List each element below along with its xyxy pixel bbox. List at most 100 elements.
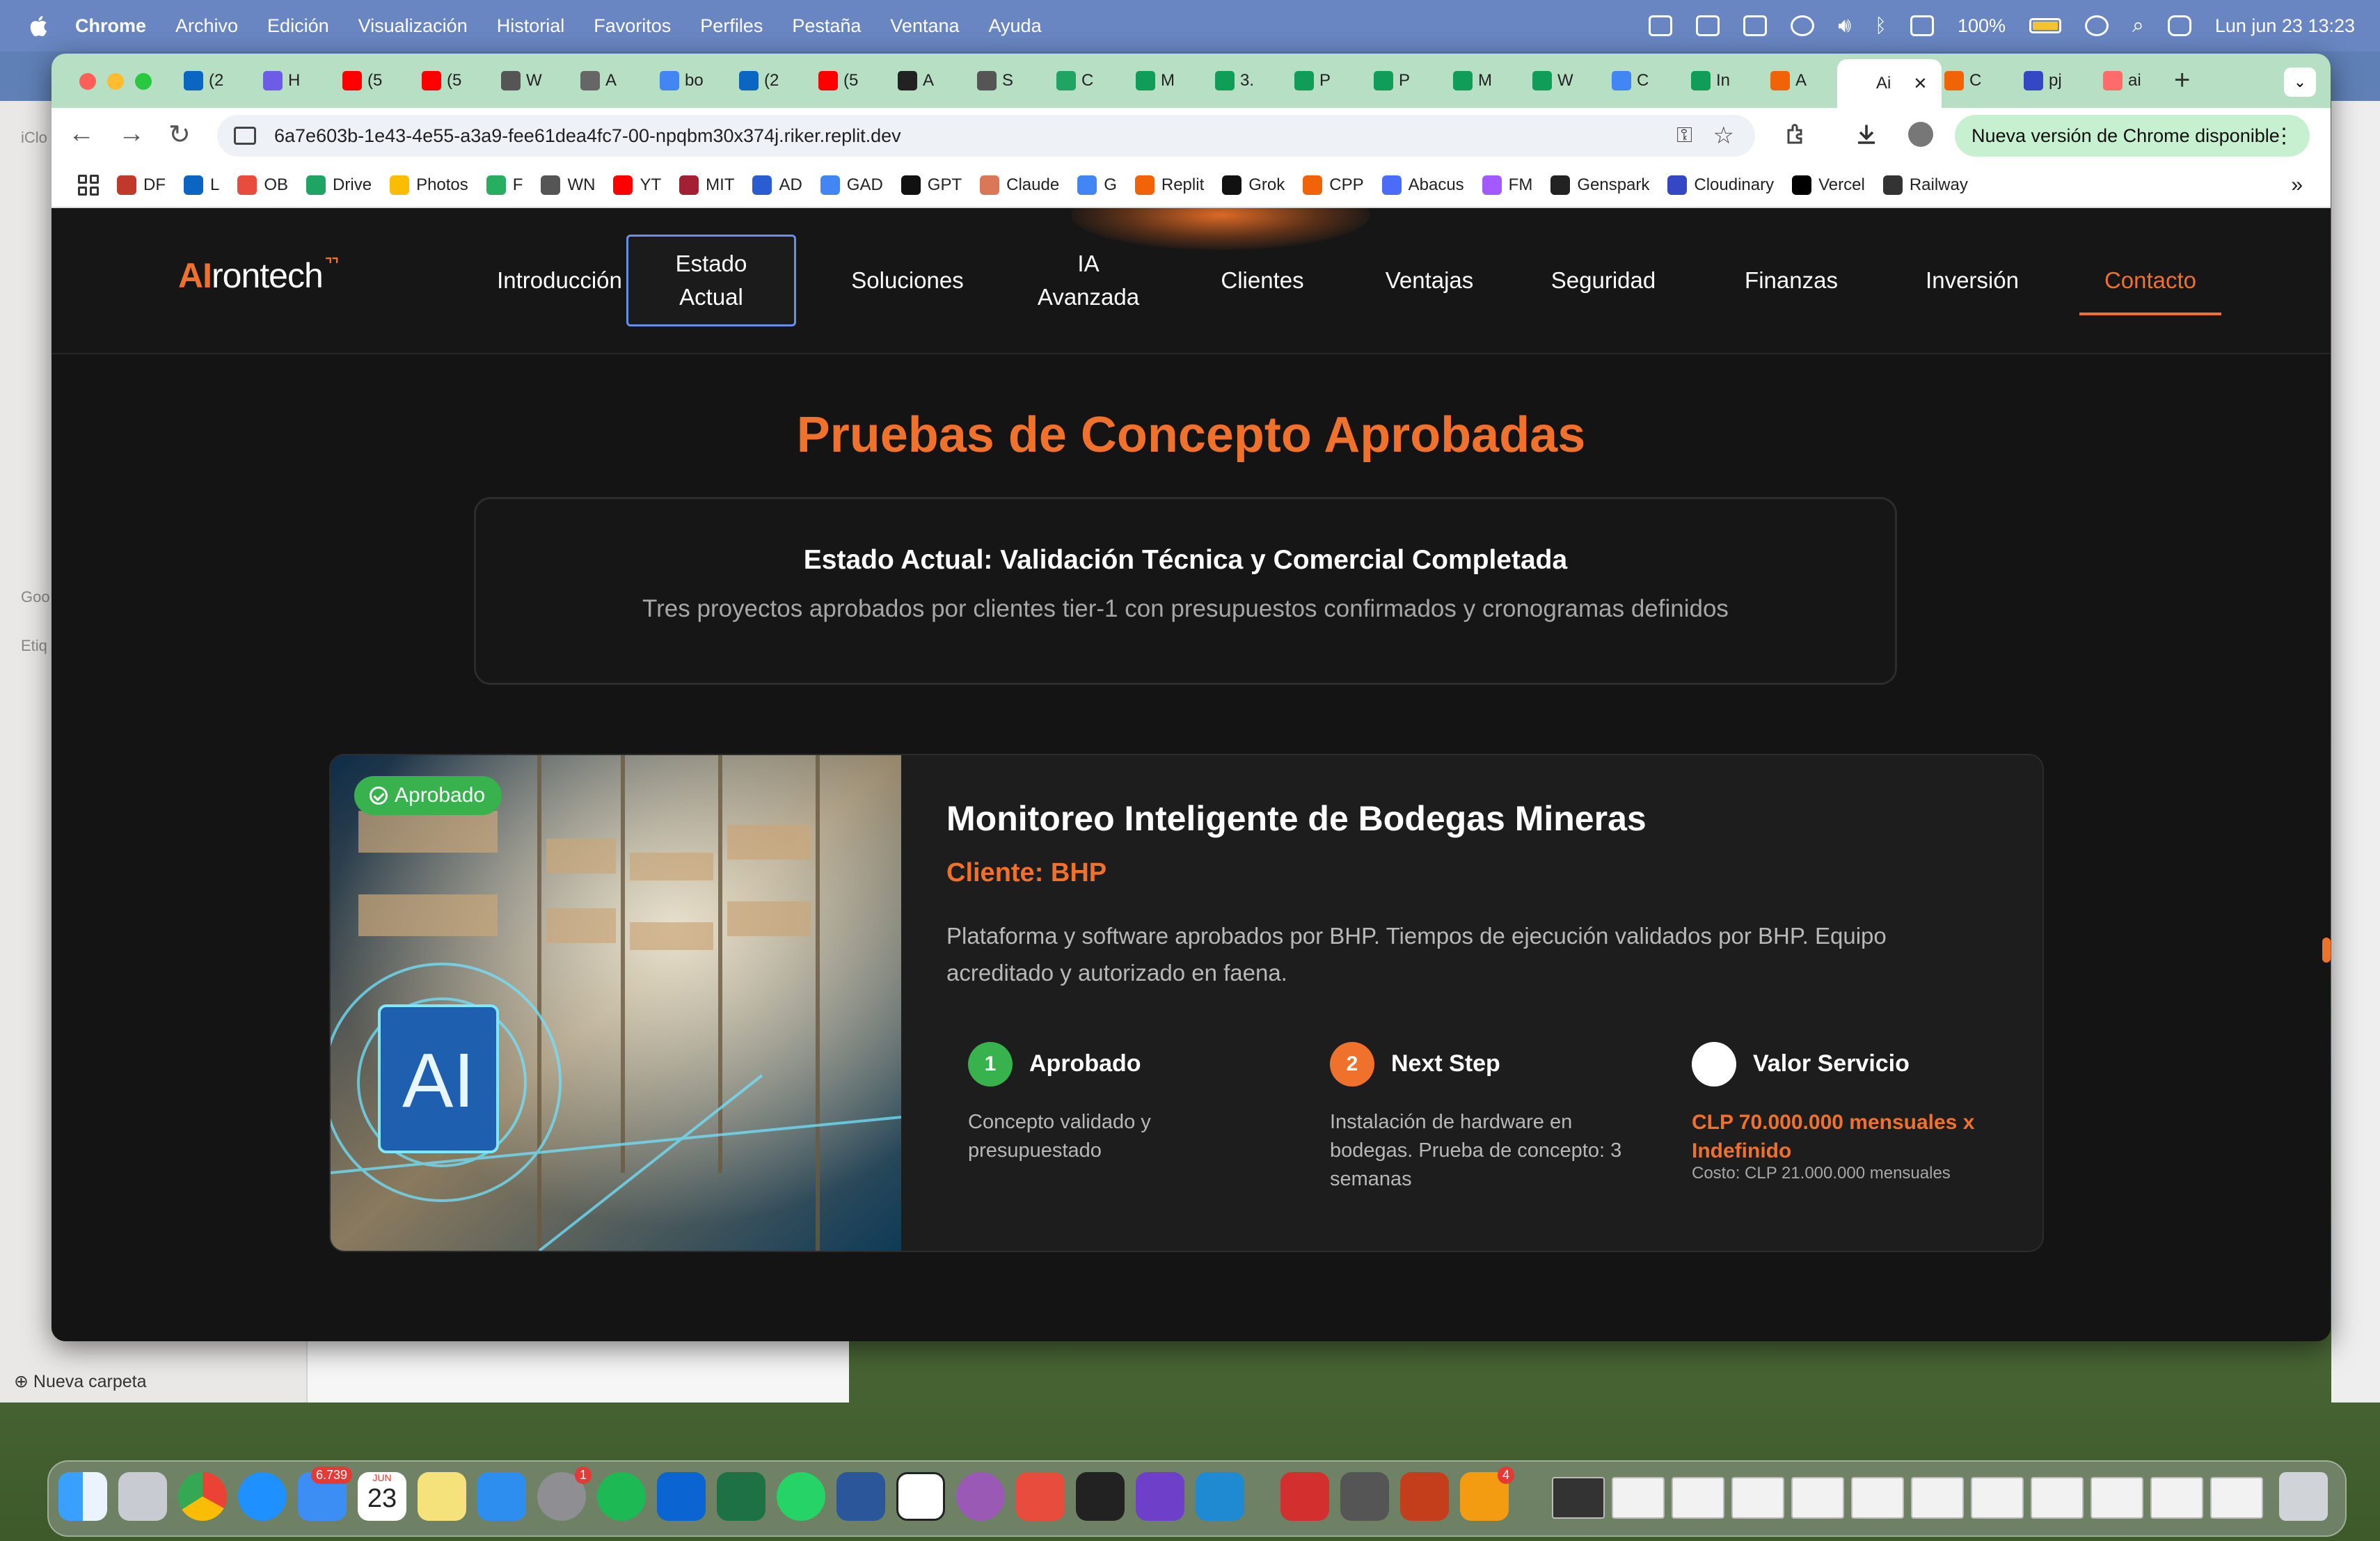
menu-edicion[interactable]: Edición xyxy=(267,15,329,37)
nav-ia-avanzada[interactable]: IA Avanzada xyxy=(1019,208,1158,353)
apple-icon[interactable] xyxy=(28,14,49,38)
nav-seguridad[interactable]: Seguridad xyxy=(1520,208,1687,353)
chrome-menu-icon[interactable]: ⋮ xyxy=(2274,124,2294,148)
browser-tab[interactable]: (2 xyxy=(739,63,807,98)
bookmark-railway[interactable]: Railway xyxy=(1882,175,1968,195)
download-icon[interactable] xyxy=(1854,122,1879,147)
nav-estado-actual[interactable]: Estado Actual xyxy=(626,235,796,326)
notes-icon[interactable] xyxy=(418,1472,466,1521)
nav-inversion[interactable]: Inversión xyxy=(1896,208,2049,353)
apps-grid-icon[interactable] xyxy=(78,175,99,196)
airontech-logo[interactable]: AIrontech ⌝⌝ xyxy=(178,255,339,296)
office-icon[interactable]: 4 xyxy=(1460,1467,1514,1521)
browser-tab[interactable]: W xyxy=(1532,63,1601,98)
bookmark-cpp[interactable]: CPP xyxy=(1303,175,1364,195)
menu-favoritos[interactable]: Favoritos xyxy=(594,15,671,37)
spotlight-search-icon[interactable]: ⌕ xyxy=(2132,14,2144,38)
more-bookmarks-chevron-icon[interactable]: » xyxy=(2291,173,2303,197)
window-thumbnail[interactable] xyxy=(1612,1477,1665,1519)
bookmark-fm[interactable]: FM xyxy=(1482,175,1532,195)
menu-pestana[interactable]: Pestaña xyxy=(792,15,861,37)
bookmark-photos[interactable]: Photos xyxy=(390,175,468,195)
keyboard-status-icon[interactable] xyxy=(1910,15,1934,36)
bluetooth-icon[interactable]: ᛒ xyxy=(1875,15,1887,37)
browser-tab[interactable]: 3. xyxy=(1215,63,1283,98)
outlook-icon[interactable] xyxy=(657,1472,706,1521)
browser-tab[interactable]: C xyxy=(1056,63,1125,98)
trash-icon[interactable] xyxy=(2279,1472,2328,1521)
browser-tab[interactable]: M xyxy=(1453,63,1521,98)
battery-icon[interactable] xyxy=(2029,18,2061,33)
translate-status-icon[interactable] xyxy=(1696,15,1720,36)
window-thumbnail[interactable] xyxy=(1851,1477,1904,1519)
bookmark-genspark[interactable]: Genspark xyxy=(1550,175,1649,195)
browser-tab[interactable]: P xyxy=(1374,63,1442,98)
browser-tab[interactable]: M xyxy=(1136,63,1204,98)
bookmark-mit[interactable]: MIT xyxy=(679,175,734,195)
powerpoint-icon[interactable] xyxy=(1400,1472,1449,1521)
close-window-button[interactable] xyxy=(79,73,96,90)
site-info-icon[interactable] xyxy=(234,127,256,145)
url-text[interactable]: 6a7e603b-1e43-4e55-a3a9-fee61dea4fc7-00-… xyxy=(274,125,901,147)
window-thumbnail[interactable] xyxy=(2210,1477,2263,1519)
browser-tab[interactable]: In xyxy=(1691,63,1759,98)
menu-ayuda[interactable]: Ayuda xyxy=(989,15,1042,37)
bookmark-abacus[interactable]: Abacus xyxy=(1381,175,1464,195)
bookmark-ad[interactable]: AD xyxy=(752,175,802,195)
finder-icon[interactable] xyxy=(58,1472,107,1521)
finder-sidebar-tags[interactable]: Etiq xyxy=(21,637,47,655)
window-thumbnail[interactable] xyxy=(1552,1477,1605,1519)
window-thumbnail[interactable] xyxy=(1672,1477,1724,1519)
chrome-update-button[interactable]: Nueva versión de Chrome disponible ⋮ xyxy=(1955,115,2310,157)
menu-historial[interactable]: Historial xyxy=(497,15,565,37)
window-thumbnail[interactable] xyxy=(1971,1477,2024,1519)
forward-button[interactable]: → xyxy=(118,119,145,149)
browser-tab[interactable]: C xyxy=(1944,63,2013,98)
whatsapp-icon[interactable] xyxy=(777,1472,825,1521)
new-tab-button[interactable]: + xyxy=(2174,65,2190,96)
bookmark-df[interactable]: DF xyxy=(117,175,166,195)
acrobat-icon[interactable] xyxy=(1280,1472,1329,1521)
window-thumbnail[interactable] xyxy=(1791,1477,1844,1519)
tab-active[interactable]: Ai ✕ xyxy=(1837,59,1942,108)
vscode-icon[interactable] xyxy=(1196,1472,1244,1521)
window-thumbnail[interactable] xyxy=(1911,1477,1964,1519)
browser-tab[interactable]: A xyxy=(580,63,649,98)
profile-avatar[interactable] xyxy=(1908,122,1933,147)
menu-archivo[interactable]: Archivo xyxy=(175,15,238,37)
address-bar[interactable]: 6a7e603b-1e43-4e55-a3a9-fee61dea4fc7-00-… xyxy=(217,115,1755,157)
chrome-icon[interactable] xyxy=(178,1472,227,1521)
browser-tab[interactable]: W xyxy=(501,63,569,98)
nav-contacto[interactable]: Contacto xyxy=(2079,208,2221,353)
screens-app-icon[interactable] xyxy=(1016,1472,1065,1521)
finder-sidebar-google[interactable]: Goo xyxy=(21,588,50,606)
browser-tab[interactable]: pj xyxy=(2024,63,2092,98)
window-thumbnail[interactable] xyxy=(2091,1477,2143,1519)
bookmark-gad[interactable]: GAD xyxy=(820,175,883,195)
browser-tab[interactable]: (5 xyxy=(342,63,411,98)
page-scrollbar[interactable] xyxy=(2322,938,2331,963)
bookmark-wn[interactable]: WN xyxy=(541,175,595,195)
mail-icon[interactable]: 6.739 xyxy=(298,1467,352,1521)
back-button[interactable]: ← xyxy=(68,119,95,149)
bookmark-vercel[interactable]: Vercel xyxy=(1792,175,1865,195)
launchpad-icon[interactable] xyxy=(118,1472,167,1521)
browser-tab[interactable]: S xyxy=(977,63,1045,98)
bookmark-claude[interactable]: Claude xyxy=(980,175,1059,195)
close-tab-icon[interactable]: ✕ xyxy=(1913,74,1927,94)
github-desktop-icon[interactable] xyxy=(1136,1472,1184,1521)
spotify-icon[interactable] xyxy=(597,1472,646,1521)
browser-tab[interactable]: P xyxy=(1294,63,1363,98)
reload-button[interactable]: ↻ xyxy=(168,119,191,150)
menu-ventana[interactable]: Ventana xyxy=(890,15,959,37)
browser-tab[interactable]: (5 xyxy=(422,63,490,98)
browser-tab[interactable]: (2 xyxy=(184,63,252,98)
bookmark-g[interactable]: G xyxy=(1077,175,1117,195)
bookmark-ob[interactable]: OB xyxy=(237,175,288,195)
calendar-icon[interactable]: JUN 23 xyxy=(358,1472,406,1521)
minimize-window-button[interactable] xyxy=(107,73,124,90)
nav-soluciones[interactable]: Soluciones xyxy=(817,208,998,353)
replit-icon[interactable] xyxy=(1076,1472,1125,1521)
word-icon[interactable] xyxy=(836,1472,885,1521)
password-key-icon[interactable]: ⚿ xyxy=(1676,124,1692,148)
